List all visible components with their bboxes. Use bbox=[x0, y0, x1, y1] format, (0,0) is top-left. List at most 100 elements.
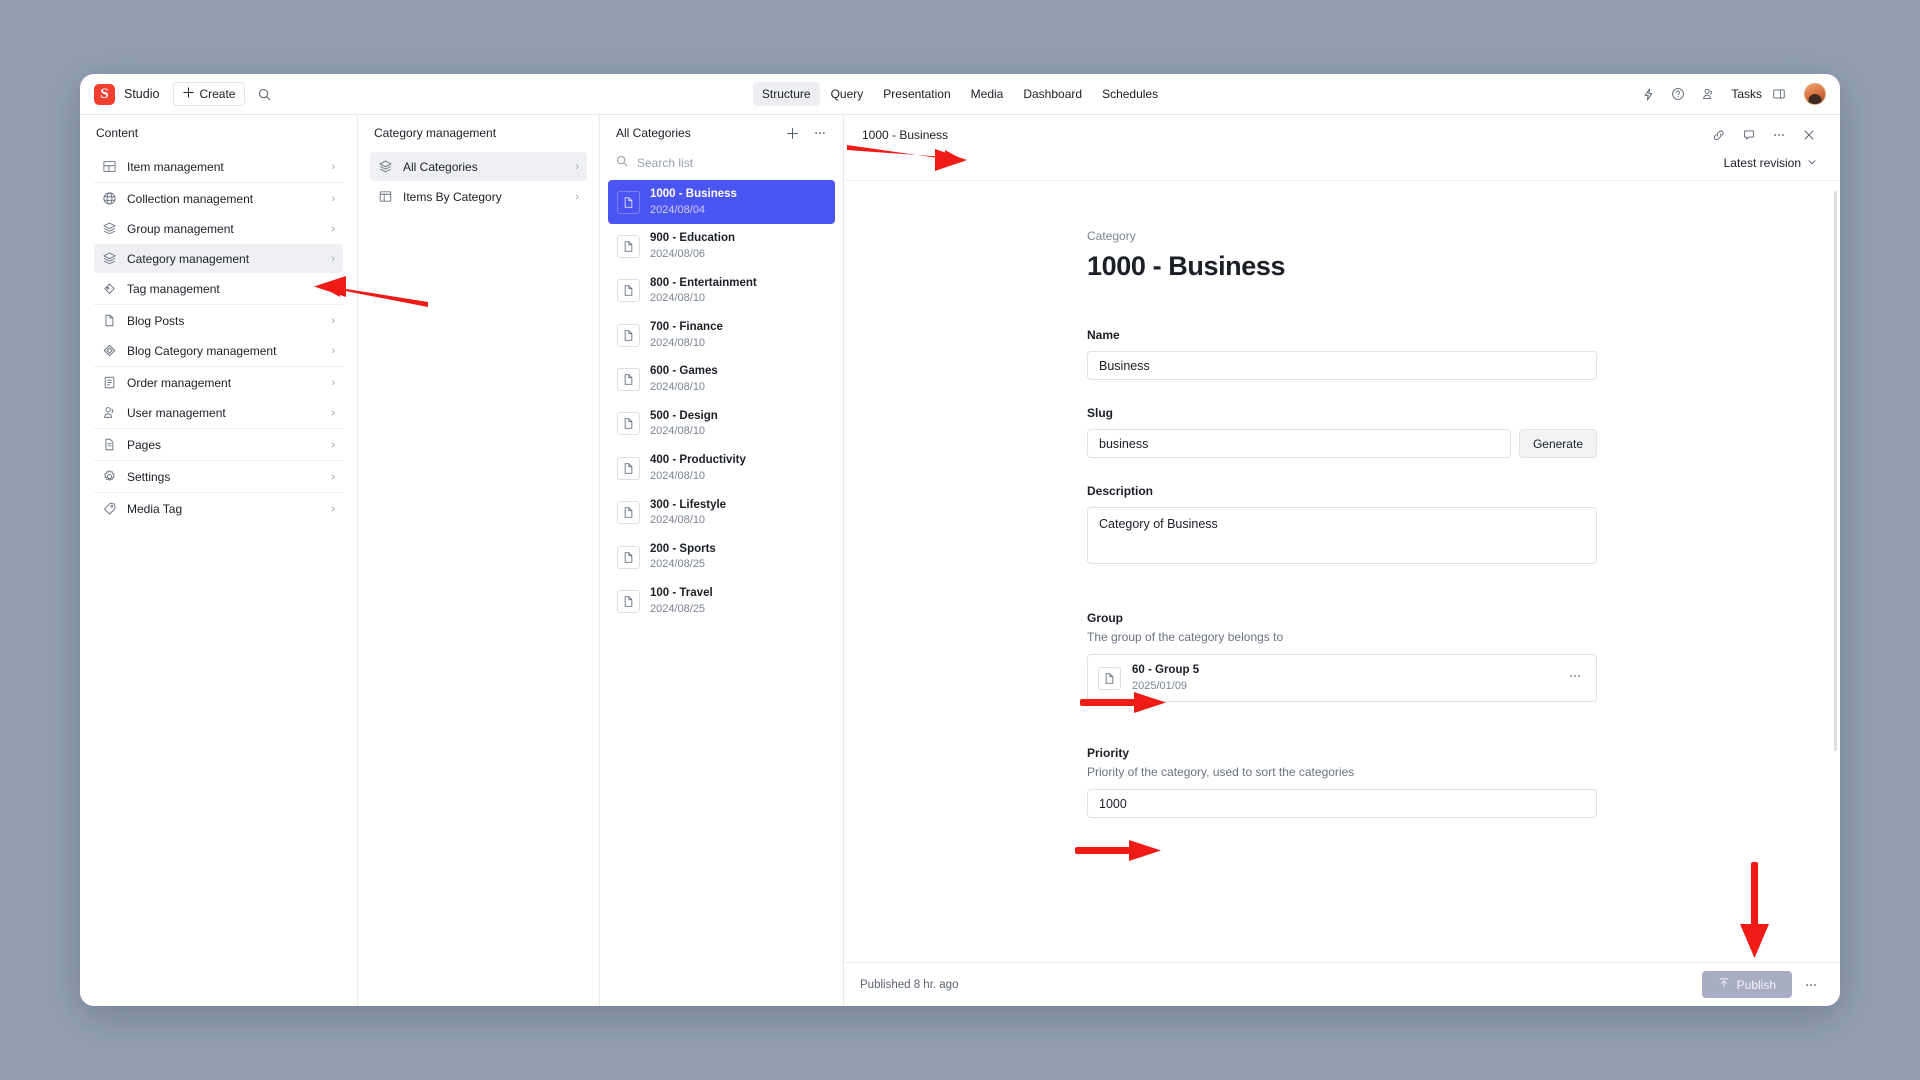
sidebar-item-tag-management[interactable]: Tag management › bbox=[94, 274, 343, 303]
field-label: Description bbox=[1087, 484, 1597, 498]
list-item[interactable]: 800 - Entertainment 2024/08/10 bbox=[608, 269, 835, 313]
list-item-date: 2024/08/10 bbox=[650, 380, 718, 395]
list-item[interactable]: 400 - Productivity 2024/08/10 bbox=[608, 446, 835, 490]
search-icon[interactable] bbox=[251, 81, 277, 107]
chevron-right-icon: › bbox=[331, 345, 335, 357]
ellipsis-icon[interactable] bbox=[1766, 122, 1792, 148]
list-item-title: 800 - Entertainment bbox=[650, 276, 757, 292]
chevron-right-icon: › bbox=[331, 315, 335, 327]
tag-icon bbox=[102, 501, 117, 516]
generate-button[interactable]: Generate bbox=[1519, 429, 1597, 458]
help-circle-icon[interactable] bbox=[1665, 81, 1691, 107]
publish-up-icon bbox=[1718, 977, 1730, 992]
list-item[interactable]: 900 - Education 2024/08/06 bbox=[608, 224, 835, 268]
close-icon[interactable] bbox=[1796, 122, 1822, 148]
tab-query[interactable]: Query bbox=[822, 82, 873, 106]
ellipsis-icon[interactable] bbox=[1798, 972, 1824, 998]
list-item[interactable]: 500 - Design 2024/08/10 bbox=[608, 402, 835, 446]
document-icon bbox=[617, 279, 640, 302]
document-header: 1000 - Business bbox=[844, 115, 1840, 181]
chevron-right-icon: › bbox=[575, 191, 579, 203]
chevron-right-icon: › bbox=[331, 283, 335, 295]
name-input[interactable] bbox=[1087, 351, 1597, 380]
search-placeholder: Search list bbox=[637, 156, 693, 170]
reference-text: 60 - Group 5 2025/01/09 bbox=[1132, 663, 1199, 693]
sidebar-item-label: Settings bbox=[127, 470, 321, 484]
document-type-label: Category bbox=[1087, 229, 1597, 243]
search-icon bbox=[616, 155, 628, 170]
sidebar-title: Content bbox=[80, 115, 357, 151]
tab-presentation[interactable]: Presentation bbox=[874, 82, 959, 106]
list-item[interactable]: 600 - Games 2024/08/10 bbox=[608, 357, 835, 401]
ellipsis-icon[interactable] bbox=[807, 120, 833, 146]
group-reference-card[interactable]: 60 - Group 5 2025/01/09 bbox=[1087, 654, 1597, 702]
slug-input[interactable] bbox=[1087, 429, 1511, 458]
list-item[interactable]: 1000 - Business 2024/08/04 bbox=[608, 180, 835, 224]
link-icon[interactable] bbox=[1706, 122, 1732, 148]
ellipsis-icon[interactable] bbox=[1568, 669, 1586, 688]
users-icon[interactable] bbox=[1695, 81, 1721, 107]
tab-schedules[interactable]: Schedules bbox=[1093, 82, 1167, 106]
page-title: 1000 - Business bbox=[1087, 251, 1597, 282]
lightning-icon[interactable] bbox=[1635, 81, 1661, 107]
list-item-date: 2024/08/25 bbox=[650, 602, 713, 617]
list-item-text: 500 - Design 2024/08/10 bbox=[650, 409, 718, 439]
users-icon bbox=[102, 405, 117, 420]
field-slug: Slug Generate bbox=[1087, 406, 1597, 458]
list-item[interactable]: 100 - Travel 2024/08/25 bbox=[608, 579, 835, 623]
list-item-text: 100 - Travel 2024/08/25 bbox=[650, 586, 713, 616]
list-item-text: 1000 - Business 2024/08/04 bbox=[650, 187, 737, 217]
tasks-label[interactable]: Tasks bbox=[1731, 87, 1762, 101]
priority-input[interactable] bbox=[1087, 789, 1597, 818]
description-textarea[interactable]: Category of Business bbox=[1087, 507, 1597, 564]
publish-button[interactable]: Publish bbox=[1702, 971, 1792, 998]
documents-icon bbox=[102, 313, 117, 328]
brand-name: Studio bbox=[124, 87, 159, 101]
pane-item-all-categories[interactable]: All Categories › bbox=[370, 152, 587, 181]
document-header-title: 1000 - Business bbox=[862, 128, 948, 142]
sidebar-item-group-management[interactable]: Group management › bbox=[94, 214, 343, 243]
comment-icon[interactable] bbox=[1736, 122, 1762, 148]
scrollbar[interactable] bbox=[1834, 191, 1837, 751]
chevron-right-icon: › bbox=[331, 471, 335, 483]
sidebar-item-blog-posts[interactable]: Blog Posts › bbox=[94, 306, 343, 335]
sidebar-item-label: Order management bbox=[127, 376, 321, 390]
document-icon bbox=[617, 235, 640, 258]
sidebar-item-order-management[interactable]: Order management › bbox=[94, 368, 343, 397]
category-pane-nav: All Categories › Items By Category › bbox=[358, 151, 599, 212]
list-item-date: 2024/08/10 bbox=[650, 513, 726, 528]
list-item-title: 500 - Design bbox=[650, 409, 718, 425]
list-item[interactable]: 300 - Lifestyle 2024/08/10 bbox=[608, 491, 835, 535]
list-item[interactable]: 700 - Finance 2024/08/10 bbox=[608, 313, 835, 357]
brand[interactable]: S Studio bbox=[94, 84, 159, 105]
sidebar-item-blog-category-management[interactable]: Blog Category management › bbox=[94, 336, 343, 365]
panel-icon[interactable] bbox=[1766, 81, 1792, 107]
revision-selector[interactable]: Latest revision bbox=[1719, 153, 1822, 173]
diamond-icon bbox=[102, 343, 117, 358]
create-label: Create bbox=[199, 87, 235, 101]
sidebar-item-pages[interactable]: Pages › bbox=[94, 430, 343, 459]
list-item-text: 800 - Entertainment 2024/08/10 bbox=[650, 276, 757, 306]
tab-structure[interactable]: Structure bbox=[753, 82, 820, 106]
chevron-right-icon: › bbox=[331, 193, 335, 205]
pane-item-label: All Categories bbox=[403, 160, 565, 174]
avatar[interactable] bbox=[1804, 83, 1826, 105]
nav-group: Pages › bbox=[94, 428, 343, 459]
sidebar-item-settings[interactable]: Settings › bbox=[94, 462, 343, 491]
reference-date: 2025/01/09 bbox=[1132, 679, 1199, 694]
sidebar-item-category-management[interactable]: Category management › bbox=[94, 244, 343, 273]
nav-group: Settings › bbox=[94, 460, 343, 491]
create-button[interactable]: Create bbox=[173, 82, 245, 106]
sidebar-item-item-management[interactable]: Item management › bbox=[94, 152, 343, 181]
pane-item-items-by-category[interactable]: Items By Category › bbox=[370, 182, 587, 211]
chevron-right-icon: › bbox=[331, 377, 335, 389]
sidebar-item-collection-management[interactable]: Collection management › bbox=[94, 184, 343, 213]
sidebar-item-user-management[interactable]: User management › bbox=[94, 398, 343, 427]
search-input[interactable]: Search list bbox=[600, 151, 843, 180]
sidebar-item-media-tag[interactable]: Media Tag › bbox=[94, 494, 343, 523]
plus-icon[interactable] bbox=[779, 120, 805, 146]
tab-dashboard[interactable]: Dashboard bbox=[1014, 82, 1091, 106]
nav-group: Collection management › Group management… bbox=[94, 182, 343, 303]
tab-media[interactable]: Media bbox=[962, 82, 1013, 106]
list-item[interactable]: 200 - Sports 2024/08/25 bbox=[608, 535, 835, 579]
